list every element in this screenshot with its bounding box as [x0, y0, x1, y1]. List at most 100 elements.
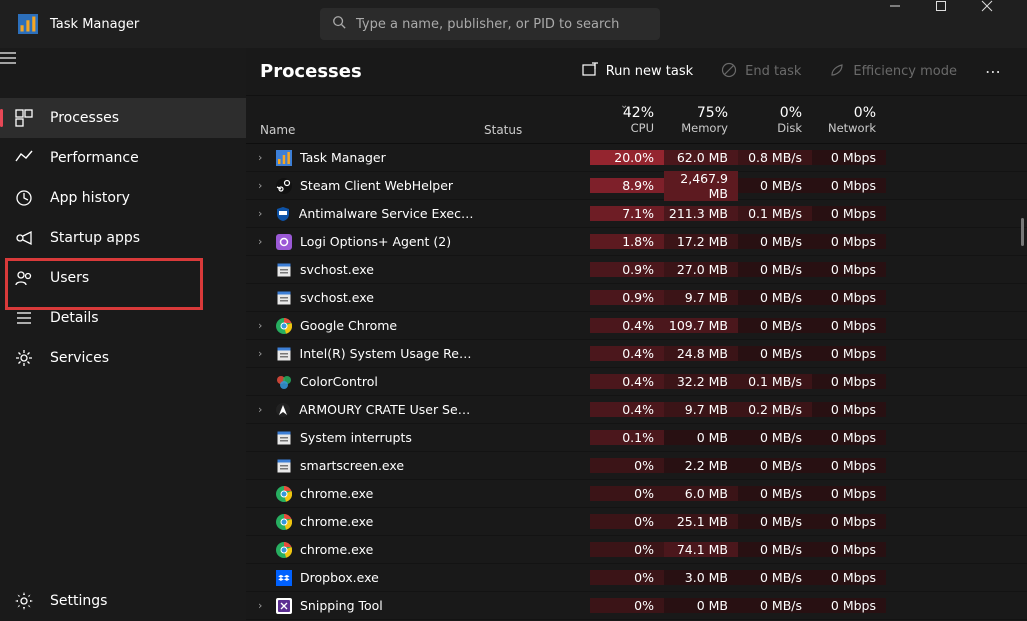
column-header-status[interactable]: Status	[476, 96, 590, 143]
expand-icon[interactable]: ›	[258, 207, 267, 220]
memory-cell: 25.1 MB	[664, 514, 738, 529]
process-name: Logi Options+ Agent (2)	[300, 234, 451, 249]
process-name: chrome.exe	[300, 514, 373, 529]
process-name: Dropbox.exe	[300, 570, 379, 585]
table-row[interactable]: chrome.exe 0% 74.1 MB 0 MB/s 0 Mbps	[246, 536, 1027, 564]
table-row[interactable]: chrome.exe 0% 6.0 MB 0 MB/s 0 Mbps	[246, 480, 1027, 508]
chevron-down-icon: ⌄	[620, 100, 628, 111]
column-header-cpu[interactable]: ⌄ 42%CPU	[590, 96, 664, 143]
memory-cell: 0 MB	[664, 430, 738, 445]
table-row[interactable]: › Logi Options+ Agent (2) 1.8% 17.2 MB 0…	[246, 228, 1027, 256]
table-row[interactable]: › Antimalware Service Executable 7.1% 21…	[246, 200, 1027, 228]
process-icon	[276, 430, 292, 446]
process-icon	[276, 262, 292, 278]
network-cell: 0 Mbps	[812, 570, 886, 585]
expand-icon[interactable]: ›	[258, 151, 268, 164]
expand-icon[interactable]: ›	[258, 319, 268, 332]
memory-cell: 3.0 MB	[664, 570, 738, 585]
network-cell: 0 Mbps	[812, 458, 886, 473]
sidebar-item-label: Users	[50, 270, 89, 286]
startup-icon	[14, 228, 34, 248]
disk-cell: 0 MB/s	[738, 542, 812, 557]
table-row[interactable]: › Intel(R) System Usage Report 0.4% 24.8…	[246, 340, 1027, 368]
toolbar: Processes Run new task End task Efficien…	[246, 48, 1027, 96]
sidebar-item-services[interactable]: Services	[0, 338, 246, 378]
table-row[interactable]: › Steam Client WebHelper 8.9% 2,467.9 MB…	[246, 172, 1027, 200]
process-icon	[276, 346, 292, 362]
sidebar-item-startup-apps[interactable]: Startup apps	[0, 218, 246, 258]
network-cell: 0 Mbps	[812, 402, 886, 417]
network-cell: 0 Mbps	[812, 514, 886, 529]
expand-icon[interactable]: ›	[258, 599, 268, 612]
minimize-button[interactable]	[889, 0, 935, 40]
run-new-task-button[interactable]: Run new task	[572, 56, 703, 88]
column-header-name[interactable]: Name	[246, 96, 476, 143]
table-row[interactable]: › Snipping Tool 0% 0 MB 0 MB/s 0 Mbps	[246, 592, 1027, 620]
leaf-icon	[829, 62, 845, 82]
disk-cell: 0 MB/s	[738, 318, 812, 333]
sidebar-item-performance[interactable]: Performance	[0, 138, 246, 178]
sidebar-item-users[interactable]: Users	[0, 258, 246, 298]
search-icon	[332, 15, 346, 33]
table-row[interactable]: ColorControl 0.4% 32.2 MB 0.1 MB/s 0 Mbp…	[246, 368, 1027, 396]
maximize-button[interactable]	[935, 0, 981, 40]
sidebar-item-app-history[interactable]: App history	[0, 178, 246, 218]
hamburger-button[interactable]	[0, 52, 44, 92]
cpu-cell: 0.4%	[590, 402, 664, 417]
network-cell: 0 Mbps	[812, 234, 886, 249]
process-name: svchost.exe	[300, 262, 374, 277]
table-row[interactable]: svchost.exe 0.9% 27.0 MB 0 MB/s 0 Mbps	[246, 256, 1027, 284]
expand-icon[interactable]: ›	[258, 403, 267, 416]
table-row[interactable]: Dropbox.exe 0% 3.0 MB 0 MB/s 0 Mbps	[246, 564, 1027, 592]
column-header-disk[interactable]: 0%Disk	[738, 96, 812, 143]
close-button[interactable]	[981, 0, 1027, 40]
history-icon	[14, 188, 34, 208]
sidebar-item-label: Services	[50, 350, 109, 366]
expand-icon[interactable]: ›	[258, 179, 268, 192]
cpu-cell: 1.8%	[590, 234, 664, 249]
sidebar-item-label: Processes	[50, 110, 119, 126]
column-header-network[interactable]: 0%Network	[812, 96, 886, 143]
scrollbar-thumb[interactable]	[1021, 218, 1024, 246]
table-row[interactable]: › Task Manager 20.0% 62.0 MB 0.8 MB/s 0 …	[246, 144, 1027, 172]
network-cell: 0 Mbps	[812, 346, 886, 361]
network-cell: 0 Mbps	[812, 318, 886, 333]
table-body[interactable]: › Task Manager 20.0% 62.0 MB 0.8 MB/s 0 …	[246, 144, 1027, 621]
process-name: chrome.exe	[300, 486, 373, 501]
window-controls	[889, 0, 1027, 40]
table-row[interactable]: › ARMOURY CRATE User Sessio... 0.4% 9.7 …	[246, 396, 1027, 424]
end-task-button[interactable]: End task	[711, 56, 811, 88]
expand-icon[interactable]: ›	[258, 235, 268, 248]
table-row[interactable]: svchost.exe 0.9% 9.7 MB 0 MB/s 0 Mbps	[246, 284, 1027, 312]
process-name: Snipping Tool	[300, 598, 383, 613]
cpu-cell: 8.9%	[590, 178, 664, 193]
sidebar-item-processes[interactable]: Processes	[0, 98, 246, 138]
more-button[interactable]: ⋯	[975, 56, 1013, 87]
disk-cell: 0 MB/s	[738, 178, 812, 193]
table-row[interactable]: chrome.exe 0% 25.1 MB 0 MB/s 0 Mbps	[246, 508, 1027, 536]
disk-cell: 0 MB/s	[738, 486, 812, 501]
column-header-memory[interactable]: 75%Memory	[664, 96, 738, 143]
memory-cell: 9.7 MB	[664, 290, 738, 305]
disk-cell: 0 MB/s	[738, 346, 812, 361]
table-row[interactable]: smartscreen.exe 0% 2.2 MB 0 MB/s 0 Mbps	[246, 452, 1027, 480]
process-name: ColorControl	[300, 374, 378, 389]
memory-cell: 24.8 MB	[664, 346, 738, 361]
memory-cell: 2,467.9 MB	[664, 171, 738, 201]
table-row[interactable]: System interrupts 0.1% 0 MB 0 MB/s 0 Mbp…	[246, 424, 1027, 452]
efficiency-mode-button[interactable]: Efficiency mode	[819, 56, 967, 88]
process-icon	[276, 150, 292, 166]
cpu-cell: 0%	[590, 598, 664, 613]
sidebar-item-settings[interactable]: Settings	[0, 581, 246, 621]
users-icon	[14, 268, 34, 288]
process-name: Steam Client WebHelper	[300, 178, 453, 193]
network-cell: 0 Mbps	[812, 430, 886, 445]
memory-cell: 0 MB	[664, 598, 738, 613]
details-icon	[14, 308, 34, 328]
network-cell: 0 Mbps	[812, 178, 886, 193]
expand-icon[interactable]: ›	[258, 347, 268, 360]
sidebar-item-details[interactable]: Details	[0, 298, 246, 338]
process-icon	[276, 458, 292, 474]
search-input[interactable]: Type a name, publisher, or PID to search	[320, 8, 660, 40]
table-row[interactable]: › Google Chrome 0.4% 109.7 MB 0 MB/s 0 M…	[246, 312, 1027, 340]
